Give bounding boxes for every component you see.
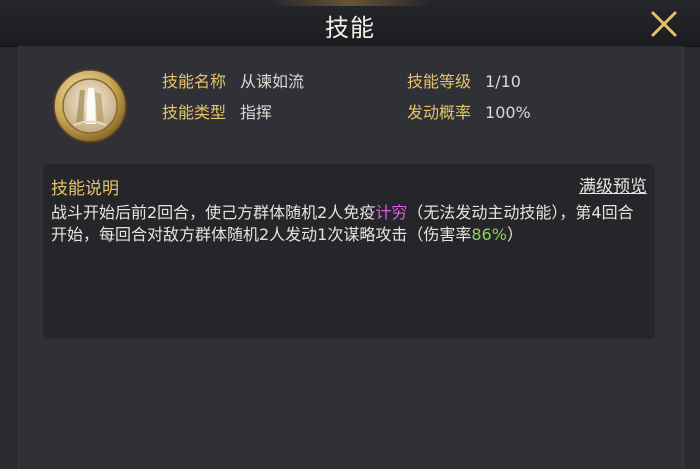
trigger-chance-label: 发动概率 <box>407 103 472 122</box>
description-title: 技能说明 <box>51 179 119 199</box>
skill-name-row: 技能名称 从谏如流 <box>162 68 304 92</box>
description-keyword: 计穷 <box>375 203 408 222</box>
trigger-chance-row: 发动概率 100% <box>407 99 531 123</box>
skill-type-row: 技能类型 指挥 <box>162 99 272 123</box>
close-icon <box>651 11 677 37</box>
skill-type-value: 指挥 <box>240 103 273 122</box>
skill-level-row: 技能等级 1/10 <box>407 68 521 92</box>
skill-description-box: 技能说明 满级预览 战斗开始后前2回合，使己方群体随机2人免疫计穷（无法发动主动… <box>43 164 655 339</box>
skill-level-value: 1/10 <box>485 72 521 91</box>
description-part-1: 战斗开始后前2回合，使己方群体随机2人免疫 <box>51 203 376 222</box>
skill-level-label: 技能等级 <box>407 72 472 91</box>
skill-name-label: 技能名称 <box>162 72 227 91</box>
skill-type-label: 技能类型 <box>162 103 227 122</box>
max-level-preview-link[interactable]: 满级预览 <box>579 172 647 197</box>
skill-name-value: 从谏如流 <box>240 72 305 91</box>
description-part-3: ） <box>506 225 523 244</box>
waterfall-icon <box>53 69 127 143</box>
damage-rate-value: 86% <box>471 225 507 244</box>
description-text: 战斗开始后前2回合，使己方群体随机2人免疫计穷（无法发动主动技能），第4回合开始… <box>51 202 645 246</box>
close-button[interactable] <box>646 6 682 42</box>
page-title: 技能 <box>325 14 375 42</box>
trigger-chance-value: 100% <box>485 103 531 122</box>
skill-icon <box>52 68 128 144</box>
title-bar: 技能 <box>0 0 700 47</box>
title-glow <box>270 0 430 6</box>
